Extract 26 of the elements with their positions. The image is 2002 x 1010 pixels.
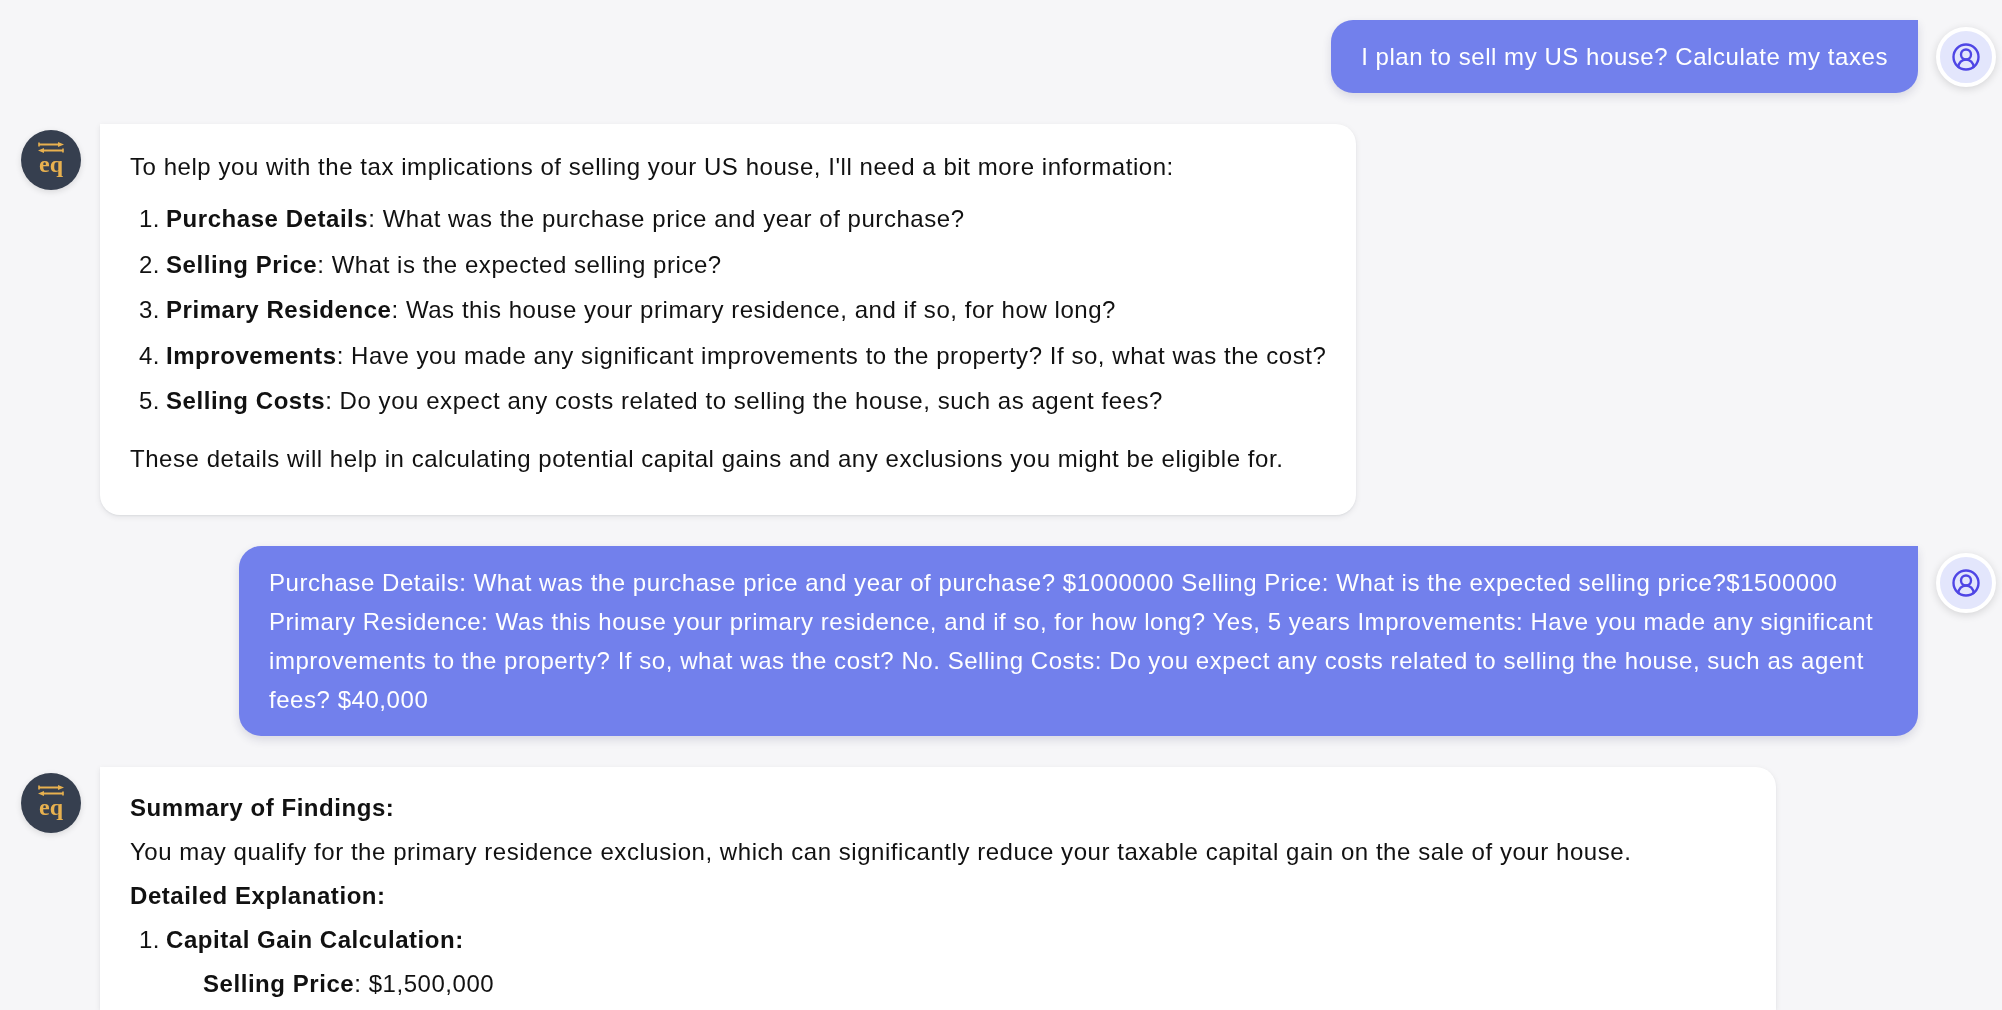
section-heading: Summary of Findings: [130,793,396,823]
user-avatar-icon [1936,27,1996,87]
list-item-text: Improvements: Have you made any significant improvements to the property? If so, what was the cost? [166,340,1327,371]
message-text: I plan to sell my US house? Calculate my taxes [1361,42,1888,72]
section-heading: Detailed Explanation: [130,881,387,911]
logo-text: eq [39,797,63,821]
message-paragraph: To help you with the tax implications of selling your US house, I'll need a bit more information: [130,152,1175,182]
list-number: 1. [137,204,160,234]
double-arrow-icon [38,785,64,796]
user-avatar-icon [1936,553,1996,613]
list-item-text: Capital Gain Calculation: [166,925,465,955]
message-paragraph: These details will help in calculating potential capital gains and any exclusions you might be eligible for. [130,444,1285,474]
list-item-text: Purchase Details: What was the purchase price and year of purchase? [166,204,965,234]
message-paragraph: You may qualify for the primary residence exclusion, which can significantly reduce your taxable capital gain on the sale of your house. [130,837,1633,867]
logo-text: eq [39,154,63,178]
list-number: 2. [137,249,160,280]
sub-list-item-text: Selling Price: $1,500,000 [203,969,495,999]
list-number: 3. [137,295,160,325]
double-arrow-icon [38,142,64,153]
list-item-text: Selling Costs: Do you expect any costs related to selling the house, such as agent fees? [166,386,1163,416]
list-item-text: Primary Residence: Was this house your primary residence, and if so, for how long? [166,295,1116,325]
list-number: 1. [137,925,160,955]
message-text: Purchase Details: What was the purchase price and year of purchase? $1000000 Selling Price: What is the expected selling price?$1500000 Primary Residence: Was this house your primary residence, and if so, for how long? Yes, 5 years Improvements: Have you made any significant improvements to the property? If so, what was the cost? No. Selling Costs: Do you expect any costs related to selling the house, such as agent fees? $40,000 [269,568,1875,715]
list-item-text: Selling Price: What is the expected selling price? [166,249,722,280]
list-number: 4. [137,340,160,371]
list-number: 5. [137,386,160,416]
